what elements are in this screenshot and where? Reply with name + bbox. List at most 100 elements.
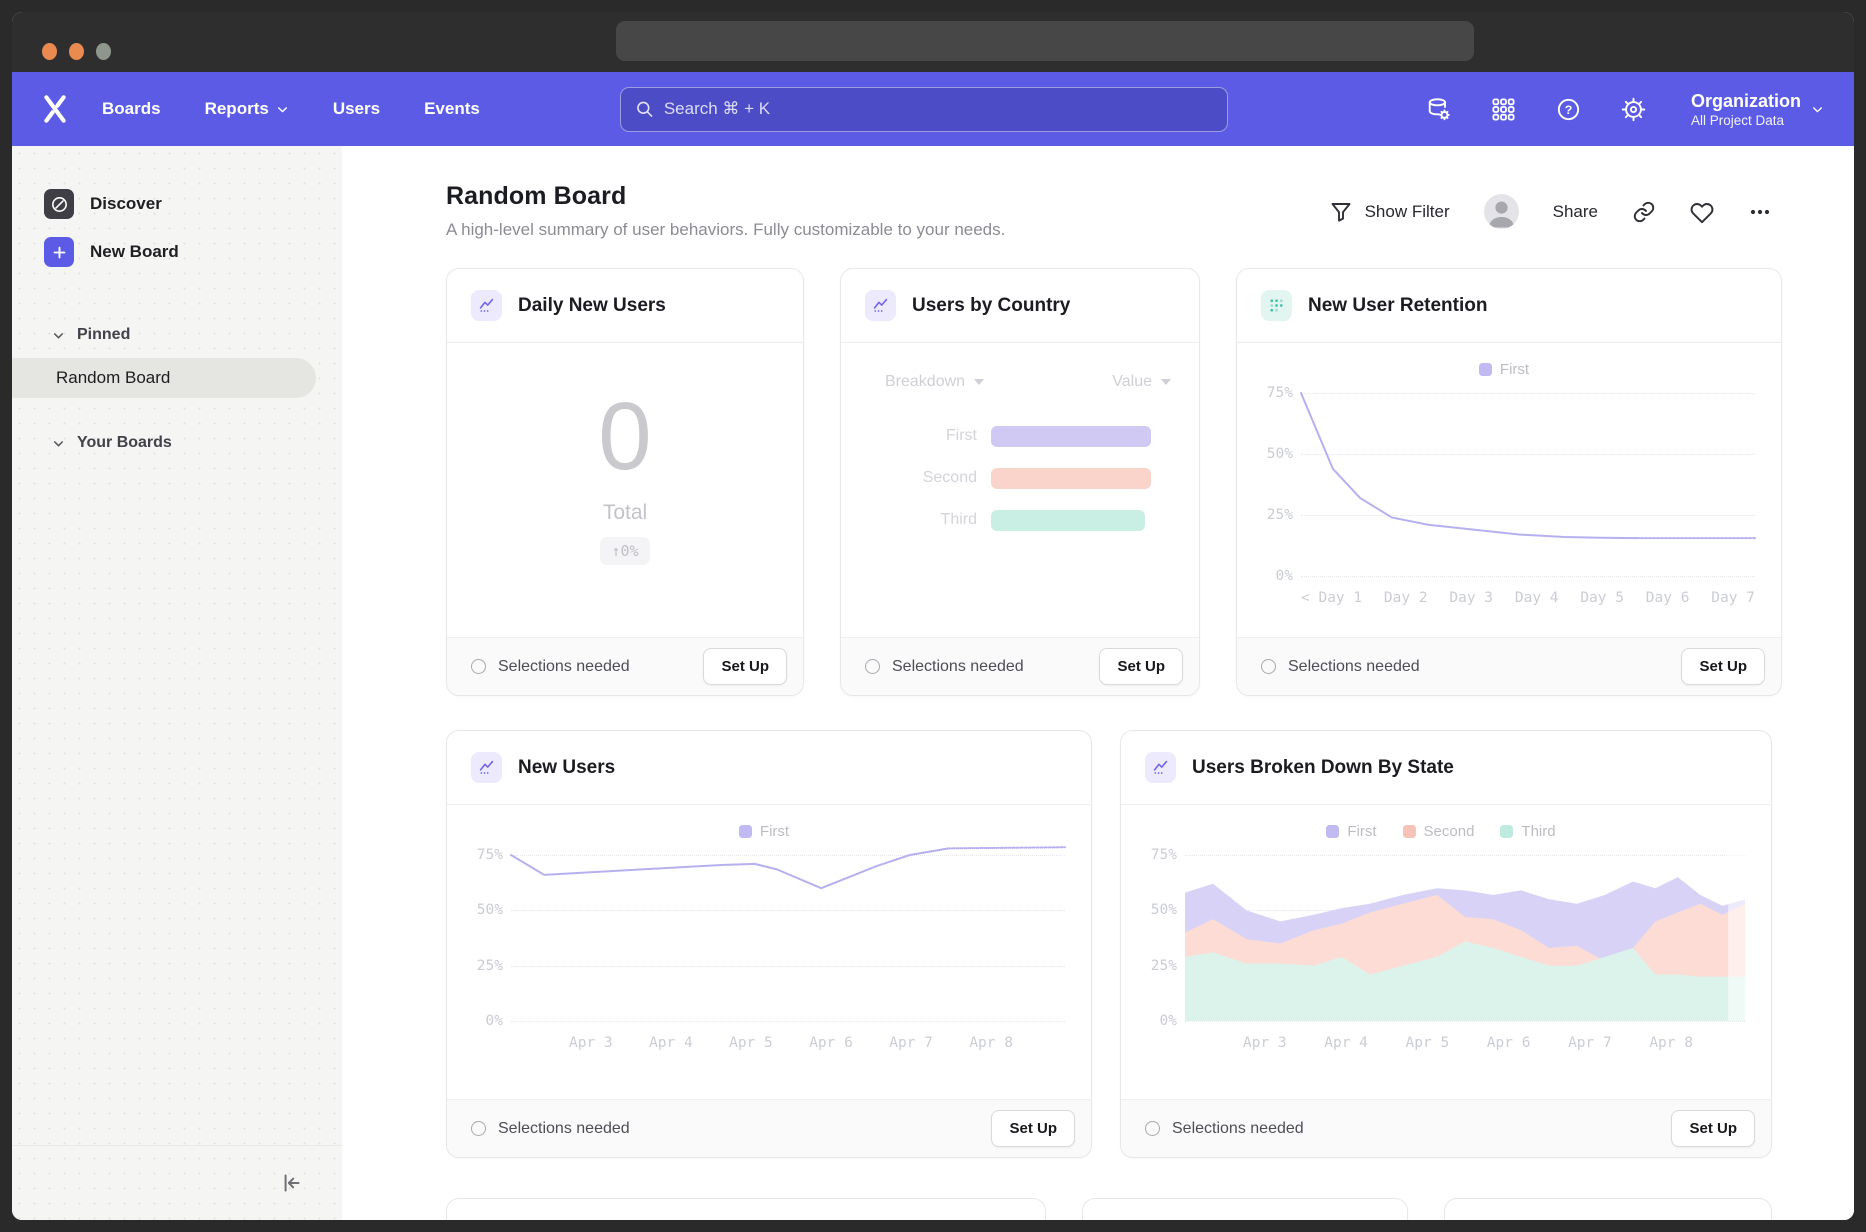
card-title: Daily New Users — [518, 295, 666, 317]
card-header: Stacked Line Graph — [447, 1199, 1045, 1220]
sidebar-item-discover[interactable]: Discover — [12, 180, 342, 228]
legend-label: First — [1500, 361, 1529, 378]
bar-second — [991, 468, 1151, 489]
apps-grid-icon[interactable] — [1490, 96, 1517, 123]
legend-label: First — [1347, 823, 1376, 840]
y-tick: 0% — [1160, 1013, 1177, 1029]
settings-gear-icon[interactable] — [1620, 96, 1647, 123]
x-tick: Apr 7 — [1568, 1035, 1612, 1051]
zoom-window-button[interactable] — [96, 43, 111, 60]
bar-row-label: Second — [841, 469, 991, 487]
x-tick: Day 2 — [1384, 590, 1428, 606]
minimize-window-button[interactable] — [69, 43, 84, 60]
sidebar-section-your-boards[interactable]: Your Boards — [12, 424, 342, 462]
y-tick: 50% — [1267, 446, 1293, 462]
nav-item-users[interactable]: Users — [333, 99, 380, 119]
nav-item-events[interactable]: Events — [424, 99, 480, 119]
show-filter-button[interactable]: Show Filter — [1329, 200, 1450, 224]
card-new-users: New Users First 75% — [446, 730, 1092, 1158]
filter-funnel-icon — [1329, 200, 1353, 224]
card-users-by-country: Users by Country Breakdown Value — [840, 268, 1200, 696]
help-icon[interactable]: ? — [1555, 96, 1582, 123]
legend-label: First — [760, 823, 789, 840]
card-title: Users by Country — [912, 295, 1070, 317]
chart-legend: First Second Third — [1137, 819, 1745, 843]
favorite-heart-icon[interactable] — [1690, 200, 1714, 224]
state-area-chart — [1185, 855, 1745, 1021]
card-body: Breakdown Value First — [841, 343, 1199, 637]
card-title: Users Broken Down By State — [1192, 757, 1454, 779]
card-title: New User Retention — [1308, 295, 1487, 317]
search-input[interactable] — [664, 99, 1213, 119]
legend-chip — [1326, 825, 1339, 838]
card-active-users: Active Users — [1444, 1198, 1772, 1220]
card-daily-new-users: Daily New Users 0 Total ↑0% Selections n… — [446, 268, 804, 696]
legend-item: First — [739, 823, 789, 840]
x-tick: Apr 3 — [569, 1035, 613, 1051]
status-circle-icon — [471, 1121, 486, 1136]
card-header: Insights Report — [1083, 1199, 1407, 1220]
chart-legend: First — [1253, 357, 1755, 381]
x-axis: < Day 1 Day 2 Day 3 Day 4 Day 5 Day 6 Da… — [1301, 590, 1755, 606]
card-users-by-state: Users Broken Down By State First S — [1120, 730, 1772, 1158]
nav-item-boards[interactable]: Boards — [102, 99, 161, 119]
svg-text:?: ? — [1565, 103, 1573, 117]
breakdown-dropdown[interactable]: Breakdown — [885, 373, 984, 391]
page-subtitle: A high-level summary of user behaviors. … — [446, 220, 1005, 240]
section-label: Pinned — [77, 326, 130, 344]
chevron-down-icon — [52, 329, 65, 342]
retention-chart — [1301, 393, 1755, 576]
x-tick: Apr 5 — [1406, 1035, 1450, 1051]
x-tick: Apr 4 — [1324, 1035, 1368, 1051]
copy-link-icon[interactable] — [1632, 200, 1656, 224]
avatar[interactable] — [1484, 194, 1519, 229]
nav-item-label: Reports — [205, 99, 269, 119]
sidebar-item-random-board[interactable]: Random Board — [12, 358, 316, 398]
bar-row: Third — [841, 499, 1199, 541]
setup-button[interactable]: Set Up — [1099, 648, 1183, 685]
sidebar-item-new-board[interactable]: New Board — [12, 228, 342, 276]
card-body: First 75% 50% 25% 0% — [447, 805, 1091, 1099]
card-insights-report: Insights Report — [1082, 1198, 1408, 1220]
y-tick: 25% — [477, 958, 503, 974]
line-chart-icon — [865, 290, 896, 321]
setup-button[interactable]: Set Up — [1671, 1110, 1755, 1147]
card-footer-status: Selections needed — [1288, 658, 1420, 676]
org-switcher[interactable]: Organization All Project Data — [1691, 90, 1824, 128]
data-management-icon[interactable] — [1425, 96, 1452, 123]
more-options-icon[interactable] — [1748, 200, 1772, 224]
y-axis: 75% 50% 25% 0% — [463, 855, 511, 1021]
x-tick: < Day 1 — [1301, 590, 1362, 606]
nav-item-label: Users — [333, 99, 380, 119]
y-axis: 75% 50% 25% 0% — [1253, 393, 1301, 576]
app-logo-icon[interactable] — [40, 93, 70, 125]
legend-label: Third — [1521, 823, 1555, 840]
nav-item-reports[interactable]: Reports — [205, 99, 289, 119]
sidebar-section-pinned[interactable]: Pinned — [12, 316, 342, 354]
url-bar[interactable] — [616, 21, 1474, 61]
compass-icon — [44, 189, 74, 219]
share-button[interactable]: Share — [1553, 202, 1598, 222]
top-nav: Boards Reports Users Events — [12, 72, 1854, 146]
card-header: Users by Country — [841, 269, 1199, 343]
org-name: Organization — [1691, 90, 1801, 113]
collapse-sidebar-icon[interactable] — [278, 1170, 304, 1196]
setup-button[interactable]: Set Up — [1681, 648, 1765, 685]
bar-row-label: Third — [841, 511, 991, 529]
card-body: First 75% 50% 25% 0% — [1237, 343, 1781, 637]
search-icon — [635, 99, 654, 119]
value-dropdown[interactable]: Value — [1112, 373, 1171, 391]
card-footer: Selections needed Set Up — [447, 637, 803, 695]
card-header: New User Retention — [1237, 269, 1781, 343]
retention-grid-icon — [1261, 290, 1292, 321]
bar-row-label: First — [841, 427, 991, 445]
setup-button[interactable]: Set Up — [991, 1110, 1075, 1147]
card-body: First Second Third — [1121, 805, 1771, 1099]
x-tick: Apr 4 — [649, 1035, 693, 1051]
close-window-button[interactable] — [42, 43, 57, 60]
status-circle-icon — [471, 659, 486, 674]
global-search[interactable] — [620, 87, 1228, 132]
setup-button[interactable]: Set Up — [703, 648, 787, 685]
y-tick: 0% — [486, 1013, 503, 1029]
card-footer-status: Selections needed — [498, 1120, 630, 1138]
